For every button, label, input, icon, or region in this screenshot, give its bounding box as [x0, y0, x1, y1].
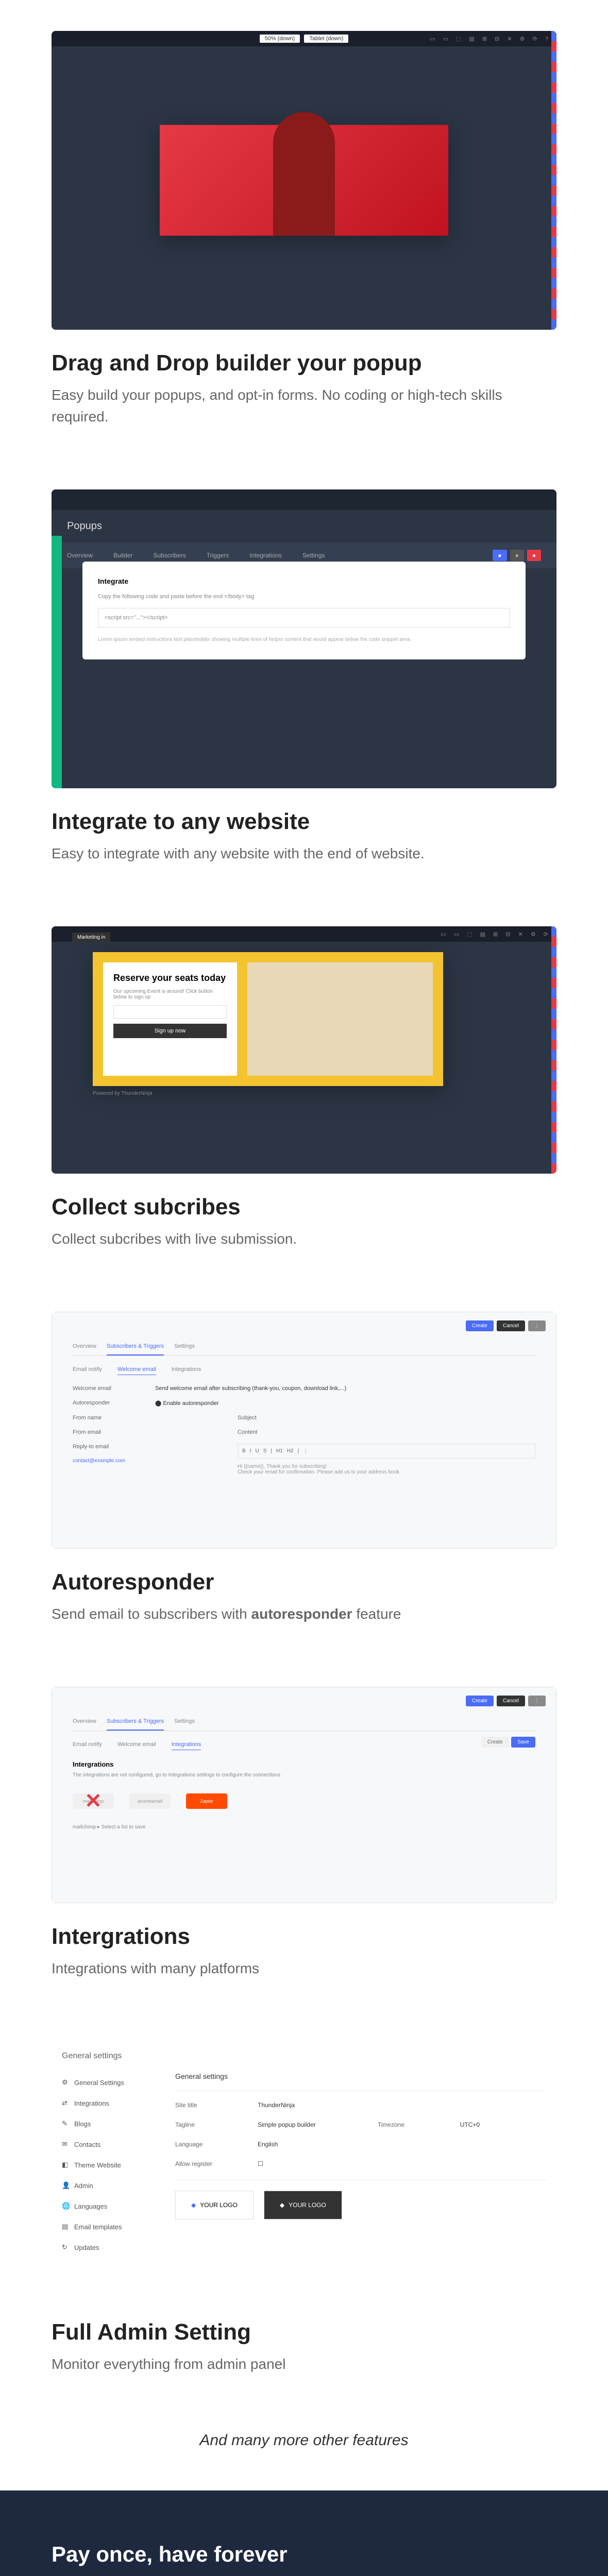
feature-title: Drag and Drop builder your popup	[52, 350, 556, 376]
zapier-icon: Zapier	[186, 1793, 227, 1809]
more-features-tagline: And many more other features	[0, 2406, 608, 2490]
feature-desc: Easy build your popups, and opt-in forms…	[52, 384, 556, 428]
feature-screenshot-collect: ▭ ▭ ⬚ ▤ ⊞ ⊟ ✕ ⚙ ⟳ Marketing in Reserve y…	[52, 926, 556, 1174]
feature-title: Collect subcribes	[52, 1194, 556, 1220]
toolbar-icons: ▭ ▭ ⬚ ▤ ⊞ ⊟ ✕ ⚙ ⟳	[441, 931, 551, 938]
feature-screenshot-admin: General settings ⚙General Settings ⇄Inte…	[52, 2041, 556, 2299]
feature-desc: Collect subcribes with live submission.	[52, 1228, 556, 1250]
feature-screenshot-integrate: Popups Overview Builder Subscribers Trig…	[52, 489, 556, 788]
category-badge: Marketing in	[72, 933, 110, 942]
feature-desc: Integrations with many platforms	[52, 1958, 556, 1979]
admin-sidebar: ⚙General Settings ⇄Integrations ✎Blogs ✉…	[62, 2072, 155, 2258]
side-ruler	[551, 31, 556, 330]
popup-image	[160, 125, 294, 236]
zoom-badge: 50% (down)	[260, 35, 300, 43]
feature-screenshot-builder: 50% (down) Tablet (down) ▭ ▭ ⬚ ▤ ⊞ ⊟ ✕ ⚙…	[52, 31, 556, 330]
feature-title: Intergrations	[52, 1924, 556, 1950]
logo-dark: ◆YOUR LOGO	[264, 2191, 342, 2219]
feature-title: Autoresponder	[52, 1569, 556, 1595]
yellow-popup: Reserve your seats today Our upcoming Ev…	[93, 952, 443, 1086]
feature-desc: Easy to integrate with any website with …	[52, 843, 556, 865]
feature-title: Integrate to any website	[52, 809, 556, 835]
feature-screenshot-integrations: Create Cancel ⋮ Overview Subscribers & T…	[52, 1687, 556, 1903]
feature-screenshot-autoresponder: Create Cancel ⋮ Overview Subscribers & T…	[52, 1312, 556, 1549]
pricing-section: Pay once, have forever Get to enjoy the …	[0, 2490, 608, 2576]
benefit-title: Pay once, have forever	[52, 2542, 556, 2567]
feature-desc: Send email to subscribers with autorespo…	[52, 1603, 556, 1625]
page-title: Popups	[52, 510, 556, 543]
feature-title: Full Admin Setting	[52, 2319, 556, 2345]
logo-light: ◆YOUR LOGO	[175, 2191, 254, 2219]
device-badge: Tablet (down)	[304, 35, 348, 43]
integrate-modal: Integrate Copy the following code and pa…	[82, 562, 526, 659]
toolbar-icons: ▭ ▭ ⬚ ▤ ⊞ ⊟ ✕ ⚙ ⟳ ?	[430, 36, 551, 42]
acumbamail-icon: acumbamail	[129, 1793, 171, 1809]
mailchimp-icon: mailchimp	[73, 1793, 114, 1809]
feature-desc: Monitor everything from admin panel	[52, 2353, 556, 2375]
